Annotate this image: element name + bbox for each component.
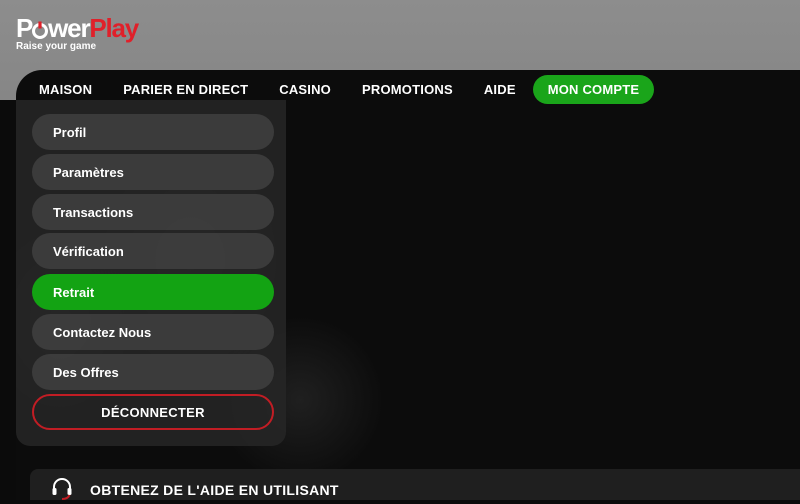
logo-wordmark: PwerPlay	[16, 13, 139, 43]
nav-item-aide[interactable]: AIDE	[484, 75, 516, 104]
menu-item-transactions[interactable]: Transactions	[32, 194, 274, 230]
logo-text-play: Play	[89, 13, 139, 43]
logout-button[interactable]: DÉCONNECTER	[32, 394, 274, 430]
menu-item-verification[interactable]: Vérification	[32, 233, 274, 269]
nav-item-mon-compte[interactable]: MON COMPTE	[532, 74, 655, 104]
menu-item-retrait[interactable]: Retrait	[32, 274, 274, 310]
menu-item-des-offres[interactable]: Des Offres	[32, 354, 274, 390]
menu-item-parametres[interactable]: Paramètres	[32, 154, 274, 190]
account-dropdown-menu: Profil Paramètres Transactions Vérificat…	[16, 100, 286, 446]
logo-letter-p: P	[16, 13, 33, 43]
logo-text-wer: wer	[48, 13, 90, 43]
brand-logo[interactable]: PwerPlay Raise your game	[16, 13, 139, 52]
help-heading: OBTENEZ DE L'AIDE EN UTILISANT	[90, 482, 339, 498]
menu-item-contactez-nous[interactable]: Contactez Nous	[32, 314, 274, 350]
power-button-icon	[31, 16, 49, 39]
help-strip: OBTENEZ DE L'AIDE EN UTILISANT	[30, 469, 800, 500]
nav-item-casino[interactable]: CASINO	[279, 75, 331, 104]
nav-item-promotions[interactable]: PROMOTIONS	[362, 75, 453, 104]
menu-item-profil[interactable]: Profil	[32, 114, 274, 150]
